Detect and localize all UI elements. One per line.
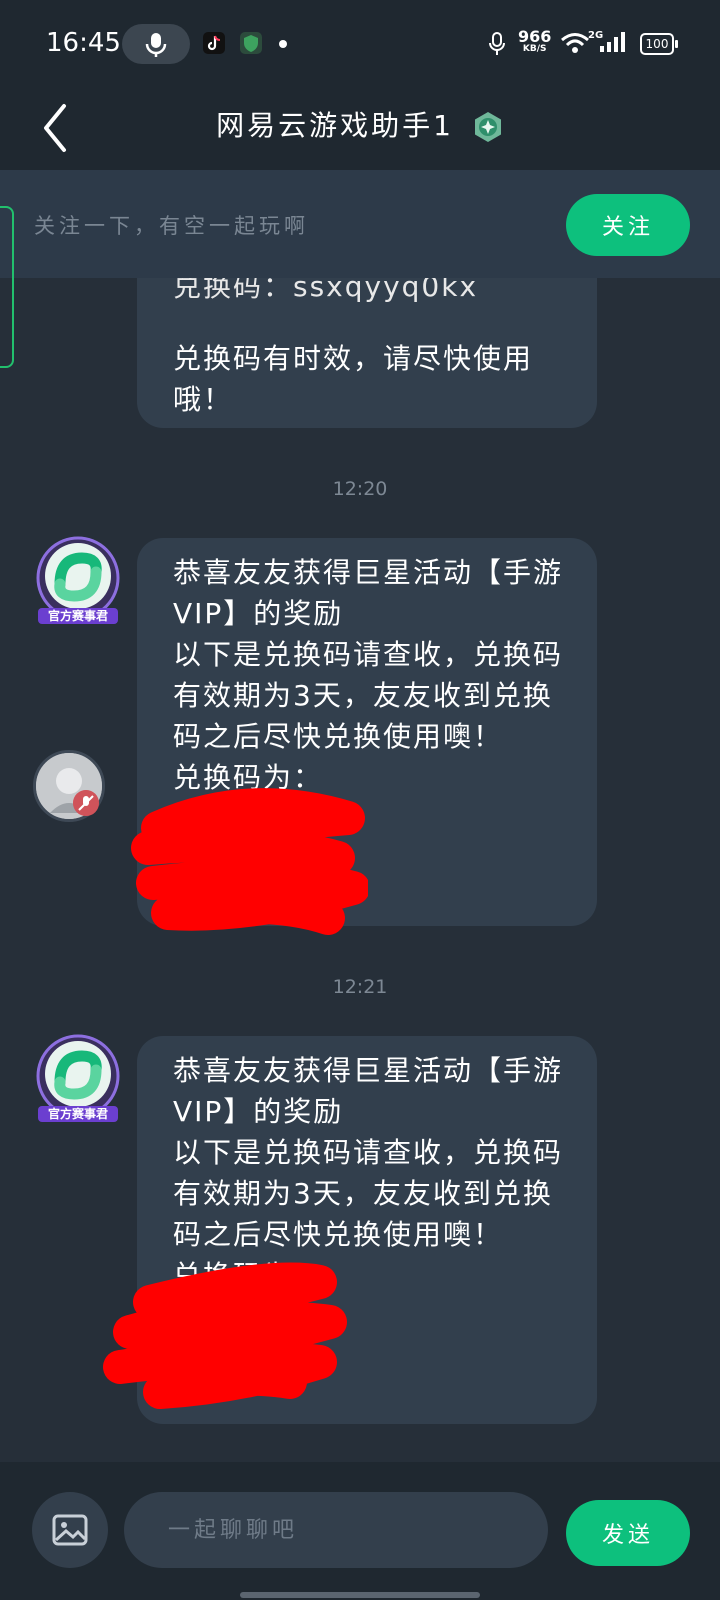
- follow-prompt-text: 关注一下，有空一起玩啊: [34, 214, 309, 238]
- redaction-scribble: [131, 788, 368, 935]
- status-time: 16:45: [46, 28, 121, 58]
- chat-title-row: 网易云游戏助手1: [0, 104, 720, 144]
- system-mic-icon: [489, 32, 505, 55]
- shield-app-icon: [240, 32, 262, 54]
- avatar-tag-text-2: 官方赛事君: [48, 1106, 108, 1121]
- message-text: 恭喜友友获得巨星活动【手游VIP】的奖励 以下是兑换码请查收，兑换码有效期为3天…: [173, 1054, 564, 1292]
- status-bar: 16:45 966 KB/S 2G 100: [0, 0, 720, 88]
- send-button[interactable]: 发送: [566, 1500, 690, 1566]
- chat-message-input[interactable]: [124, 1492, 548, 1568]
- image-picker-button[interactable]: [32, 1492, 108, 1568]
- network-speed: 966 KB/S: [518, 29, 551, 54]
- official-avatar-icon[interactable]: 官方赛事君: [30, 1028, 130, 1128]
- official-avatar-icon[interactable]: 官方赛事君: [30, 530, 130, 630]
- timestamp-separator: 12:20: [332, 478, 388, 500]
- side-drawer-handle[interactable]: [0, 206, 14, 368]
- net-speed-unit: KB/S: [522, 44, 547, 54]
- follow-banner: 关注一下，有空一起玩啊 关注: [0, 170, 720, 278]
- message-note: 兑换码有时效，请尽快使用哦！: [173, 342, 534, 416]
- follow-button[interactable]: 关注: [566, 194, 690, 256]
- image-icon: [52, 1514, 88, 1546]
- home-indicator[interactable]: [240, 1592, 480, 1598]
- battery-indicator: 100: [640, 33, 678, 55]
- chat-input-bar: 发送: [0, 1462, 720, 1600]
- wifi-icon: [561, 33, 589, 53]
- avatar-tag-text-1: 官方赛事君: [48, 608, 108, 623]
- muted-mic-icon: [73, 790, 99, 816]
- chat-header: 网易云游戏助手1: [0, 88, 720, 170]
- notification-dot-icon: [279, 40, 287, 48]
- redaction-scribble: [103, 1262, 347, 1409]
- net-speed-value: 966: [518, 27, 552, 46]
- message-text: 恭喜友友获得巨星活动【手游VIP】的奖励 以下是兑换码请查收，兑换码有效期为3天…: [173, 556, 564, 794]
- mic-active-pill[interactable]: [122, 24, 190, 64]
- tiktok-icon: [203, 32, 225, 54]
- chat-title: 网易云游戏助手1: [216, 109, 454, 142]
- timestamp-separator: 12:21: [332, 976, 388, 998]
- verified-badge-icon: [474, 112, 501, 142]
- microphone-icon: [145, 33, 167, 57]
